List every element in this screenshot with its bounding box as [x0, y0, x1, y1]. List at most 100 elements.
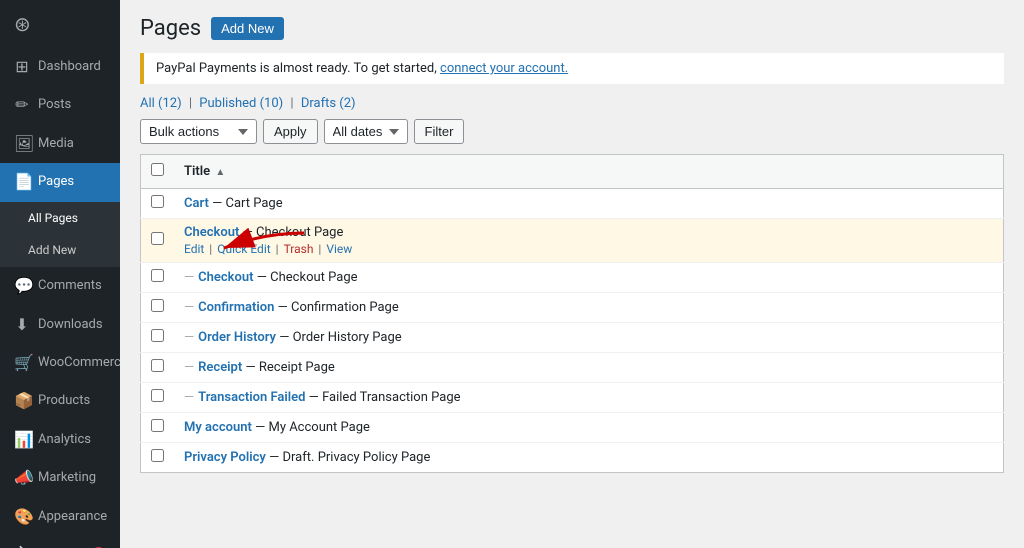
page-separator: —	[278, 300, 288, 315]
row-checkbox-8[interactable]	[151, 419, 164, 432]
row-checkbox-4[interactable]	[151, 299, 164, 312]
filter-all[interactable]: All (12)	[140, 96, 182, 111]
table-row: Privacy Policy — Draft. Privacy Policy P…	[141, 443, 1004, 473]
pages-submenu: All Pages Add New	[0, 202, 120, 268]
select-all-checkbox[interactable]	[151, 163, 164, 176]
row-checkbox-7[interactable]	[151, 389, 164, 402]
page-separator: —	[279, 330, 289, 345]
sidebar-item-comments[interactable]: 💬 Comments	[0, 267, 120, 305]
row-title-cell: — Checkout — Checkout Page	[174, 263, 1004, 293]
products-icon: 📦	[14, 390, 30, 412]
paypal-notice: PayPal Payments is almost ready. To get …	[140, 53, 1004, 84]
sidebar-item-appearance[interactable]: 🎨 Appearance	[0, 498, 120, 536]
page-separator: — Draft.	[269, 450, 314, 465]
page-title-link[interactable]: Checkout	[198, 270, 253, 285]
marketing-icon: 📣	[14, 467, 30, 489]
sidebar-item-dashboard[interactable]: ⊞ Dashboard	[0, 48, 120, 86]
bulk-actions-select[interactable]: Bulk actions Edit Move to Trash	[140, 119, 257, 144]
row-checkbox-1[interactable]	[151, 195, 164, 208]
page-title-link[interactable]: Order History	[198, 330, 276, 345]
sidebar-item-label: Products	[38, 392, 90, 410]
page-description: Confirmation Page	[291, 300, 399, 315]
appearance-icon: 🎨	[14, 506, 30, 528]
filter-drafts[interactable]: Drafts (2)	[301, 96, 356, 111]
row-checkbox-cell	[141, 293, 175, 323]
dashboard-icon: ⊞	[14, 56, 30, 78]
table-header-title[interactable]: Title ▲	[174, 155, 1004, 189]
page-title-link[interactable]: Privacy Policy	[184, 450, 266, 465]
downloads-icon: ⬇	[14, 314, 30, 336]
pages-icon: 📄	[14, 171, 30, 193]
table-row: —Receipt — Receipt Page	[141, 353, 1004, 383]
row-action-edit[interactable]: Edit	[184, 242, 204, 256]
row-checkbox-cell	[141, 263, 175, 293]
add-new-button[interactable]: Add New	[211, 17, 284, 40]
page-separator: —	[257, 270, 267, 285]
page-header: Pages Add New	[140, 16, 1004, 41]
sidebar-item-label: Posts	[38, 96, 71, 114]
table-row: Cart — Cart Page	[141, 189, 1004, 219]
filter-published[interactable]: Published (10)	[199, 96, 283, 111]
sidebar-item-analytics[interactable]: 📊 Analytics	[0, 421, 120, 459]
page-description: Order History Page	[293, 330, 402, 345]
sidebar-item-products[interactable]: 📦 Products	[0, 382, 120, 420]
sidebar-item-label: Downloads	[38, 316, 103, 334]
row-checkbox-9[interactable]	[151, 449, 164, 462]
row-checkbox-5[interactable]	[151, 329, 164, 342]
row-title-cell: — Confirmation — Confirmation Page	[174, 293, 1004, 323]
page-description: Receipt Page	[259, 360, 335, 375]
wp-logo-icon: ⊛	[14, 12, 31, 36]
page-title-link[interactable]: Receipt	[198, 360, 242, 375]
table-row: My account — My Account Page	[141, 413, 1004, 443]
page-title-link[interactable]: Transaction Failed	[198, 390, 305, 405]
row-checkbox-3[interactable]	[151, 269, 164, 282]
filter-button[interactable]: Filter	[414, 119, 465, 144]
page-title-link[interactable]: Confirmation	[198, 300, 274, 315]
page-description: Checkout Page	[270, 270, 357, 285]
sidebar: ⊛ ⊞ Dashboard ✏ Posts 🖼 Media 📄 Pages Al…	[0, 0, 120, 548]
sidebar-item-downloads[interactable]: ⬇ Downloads	[0, 306, 120, 344]
page-separator: —	[309, 390, 319, 405]
page-description: Cart Page	[225, 196, 282, 211]
page-title-link[interactable]: Cart	[184, 196, 209, 211]
page-description: Failed Transaction Page	[322, 390, 460, 405]
main-content: Pages Add New PayPal Payments is almost …	[120, 0, 1024, 548]
sidebar-submenu-all-pages[interactable]: All Pages	[0, 202, 120, 235]
page-title-link[interactable]: My account	[184, 420, 252, 435]
page-description: Privacy Policy Page	[318, 450, 431, 465]
add-new-label: Add New	[28, 242, 76, 259]
sidebar-item-marketing[interactable]: 📣 Marketing	[0, 459, 120, 497]
row-checkbox-6[interactable]	[151, 359, 164, 372]
filter-links: All (12) | Published (10) | Drafts (2)	[140, 96, 1004, 111]
table-row: — Transaction Failed — Failed Transaction…	[141, 383, 1004, 413]
plugins-icon: 🔌	[14, 544, 30, 548]
page-title: Pages	[140, 16, 201, 41]
title-col-label: Title	[184, 164, 210, 179]
table-row: —Order History — Order History Page	[141, 323, 1004, 353]
sidebar-item-woocommerce[interactable]: 🛒 WooCommerce	[0, 344, 120, 382]
table-row: — Checkout — Checkout Page	[141, 263, 1004, 293]
page-description: My Account Page	[268, 420, 369, 435]
row-action-view[interactable]: View	[326, 242, 352, 256]
indent-marker: —	[184, 330, 194, 345]
toolbar: Bulk actions Edit Move to Trash Apply Al…	[140, 119, 1004, 144]
sidebar-item-label: Pages	[38, 173, 74, 191]
indent-marker: —	[184, 390, 194, 405]
sidebar-submenu-add-new[interactable]: Add New	[0, 234, 120, 267]
sidebar-item-posts[interactable]: ✏ Posts	[0, 86, 120, 124]
indent-marker: —	[184, 270, 194, 285]
sidebar-item-pages[interactable]: 📄 Pages	[0, 163, 120, 201]
sidebar-item-label: Appearance	[38, 508, 107, 526]
sidebar-item-label: WooCommerce	[38, 354, 120, 372]
sidebar-item-media[interactable]: 🖼 Media	[0, 125, 120, 163]
sort-arrow-icon: ▲	[215, 167, 225, 178]
row-checkbox-2[interactable]	[151, 232, 164, 245]
analytics-icon: 📊	[14, 429, 30, 451]
dates-select[interactable]: All dates	[324, 119, 408, 144]
table-header-checkbox[interactable]	[141, 155, 175, 189]
indent-marker: —	[184, 300, 194, 315]
apply-button[interactable]: Apply	[263, 119, 318, 144]
notice-link[interactable]: connect your account.	[440, 61, 568, 76]
sidebar-item-plugins[interactable]: 🔌 Plugins 1	[0, 536, 120, 548]
sidebar-item-label: Marketing	[38, 469, 96, 487]
